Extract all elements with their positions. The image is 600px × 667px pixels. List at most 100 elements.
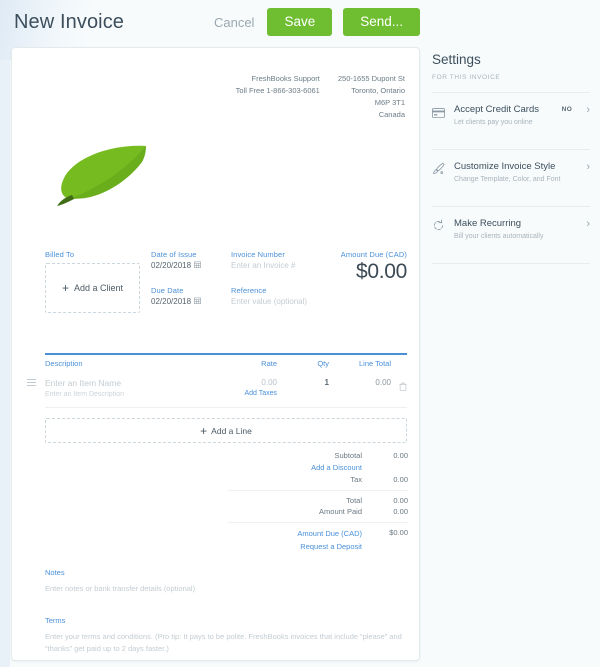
settings-item-body: Customize Invoice Style Change Template,… [454, 161, 572, 183]
tax-label: Tax [350, 475, 362, 484]
amount-due-row: Amount Due (CAD) $0.00 [228, 527, 408, 540]
item-line-total-value: 0.00 [375, 378, 391, 387]
item-rate-cell[interactable]: 0.00 Add Taxes [205, 378, 277, 397]
deposit-spacer [362, 541, 408, 552]
invoice-number-input[interactable]: Enter an Invoice # [231, 261, 295, 270]
terms-label: Terms [45, 616, 66, 625]
company-city: Toronto, Ontario [351, 86, 405, 96]
reference-input[interactable]: Enter value (optional) [231, 297, 307, 306]
total-label: Total [346, 496, 362, 505]
send-button[interactable]: Send... [343, 8, 420, 36]
amount-due-summary: Amount Due (CAD) $0.00 [340, 250, 408, 284]
leaf-logo[interactable] [44, 142, 156, 208]
company-country: Canada [378, 110, 405, 120]
date-of-issue-label: Date of Issue [151, 250, 197, 259]
company-info-left: FreshBooks Support Toll Free 1-866-303-6… [236, 73, 320, 122]
save-button[interactable]: Save [267, 8, 333, 36]
settings-item-customize-invoice-style[interactable]: Customize Invoice Style Change Template,… [432, 149, 590, 195]
company-info: FreshBooks Support Toll Free 1-866-303-6… [236, 73, 405, 122]
column-header-description: Description [45, 359, 83, 368]
totals-divider [228, 490, 408, 491]
column-header-rate: Rate [261, 359, 277, 368]
trash-icon[interactable] [399, 378, 407, 395]
chevron-right-icon[interactable]: › [580, 104, 590, 116]
request-deposit-row[interactable]: Request a Deposit [228, 540, 408, 553]
notes-input[interactable]: Enter notes or bank transfer details (op… [45, 583, 410, 595]
add-discount-link[interactable]: Add a Discount [228, 462, 362, 473]
settings-title: Settings [432, 52, 481, 67]
company-info-right: 250-1655 Dupont St Toronto, Ontario M6P … [338, 73, 405, 122]
totals-divider-2 [228, 522, 408, 523]
reference-field[interactable]: Reference Enter value (optional) [231, 286, 307, 306]
total-value: 0.00 [393, 496, 408, 505]
settings-item-make-recurring[interactable]: Make Recurring Bill your clients automat… [432, 206, 590, 252]
settings-bottom-divider [432, 263, 590, 264]
chevron-right-icon[interactable]: › [580, 161, 590, 173]
tax-row: Tax 0.00 [228, 474, 408, 485]
due-date-field[interactable]: Due Date 02/20/2018 [151, 286, 202, 306]
table-row[interactable]: Enter an Item Name Enter an Item Descrip… [27, 373, 407, 408]
settings-item-desc: Let clients pay you online [454, 119, 533, 126]
settings-item-accept-credit-cards[interactable]: Accept Credit Cards Let clients pay you … [432, 92, 590, 138]
date-of-issue-value: 02/20/2018 [151, 261, 192, 270]
tax-value: 0.00 [393, 475, 408, 484]
reference-label: Reference [231, 286, 267, 295]
company-street: 250-1655 Dupont St [337, 74, 405, 83]
item-description-input[interactable]: Enter an Item Description [45, 391, 205, 398]
add-line-label: Add a Line [211, 425, 252, 436]
item-description-cell[interactable]: Enter an Item Name Enter an Item Descrip… [45, 378, 205, 398]
paint-brush-icon [432, 161, 446, 180]
item-name-input[interactable]: Enter an Item Name [45, 378, 205, 388]
settings-item-desc: Bill your clients automatically [454, 233, 544, 240]
toolbar-actions: Cancel Save Send... [212, 8, 420, 36]
amount-due-value: $0.00 [355, 260, 407, 283]
drag-handle-icon[interactable] [27, 379, 36, 388]
request-deposit-link[interactable]: Request a Deposit [228, 541, 362, 552]
amount-paid-value: 0.00 [393, 507, 408, 516]
credit-card-icon [432, 104, 446, 123]
invoice-card: FreshBooks Support Toll Free 1-866-303-6… [11, 47, 420, 661]
notes-section: Notes Enter notes or bank transfer detai… [45, 568, 410, 595]
plus-icon: + [200, 423, 208, 438]
item-rate-value[interactable]: 0.00 [205, 378, 277, 387]
date-of-issue-field[interactable]: Date of Issue 02/20/2018 [151, 250, 202, 270]
add-client-button[interactable]: + Add a Client [45, 263, 140, 313]
amount-due-total-label: Amount Due (CAD) [297, 529, 362, 538]
subtotal-label: Subtotal [334, 451, 362, 460]
page-title: New Invoice [14, 10, 125, 33]
left-accent-band [0, 0, 10, 667]
item-qty-value[interactable]: 1 [277, 378, 329, 387]
settings-item-desc: Change Template, Color, and Font [454, 176, 561, 183]
plus-icon: + [61, 281, 69, 295]
amount-paid-label: Amount Paid [319, 507, 362, 516]
calendar-icon[interactable] [194, 297, 202, 306]
calendar-icon[interactable] [194, 261, 202, 270]
notes-label: Notes [45, 568, 65, 577]
due-date-label: Due Date [151, 286, 184, 295]
subtotal-value: 0.00 [393, 451, 408, 460]
chevron-right-icon[interactable]: › [580, 218, 590, 230]
invoice-number-field[interactable]: Invoice Number Enter an Invoice # [231, 250, 295, 270]
amount-due-total-value: $0.00 [389, 528, 408, 537]
item-qty-cell[interactable]: 1 [277, 378, 329, 387]
top-toolbar: New Invoice Cancel Save Send... [0, 0, 600, 44]
settings-item-name: Accept Credit Cards [454, 104, 540, 115]
subtotal-row: Subtotal 0.00 [228, 450, 408, 461]
item-delete-cell[interactable] [391, 378, 407, 396]
company-phone: Toll Free 1-866-303-6061 [235, 86, 320, 96]
line-items-table: Description Rate Qty Line Total Enter an… [27, 353, 407, 443]
cancel-button[interactable]: Cancel [212, 11, 256, 34]
add-discount-row[interactable]: Add a Discount [228, 461, 408, 474]
add-taxes-link[interactable]: Add Taxes [205, 390, 277, 397]
due-date-value-row: 02/20/2018 [151, 297, 202, 306]
discount-spacer [362, 462, 408, 473]
terms-input[interactable]: Enter your terms and conditions. (Pro ti… [45, 631, 410, 656]
settings-panel: Settings FOR THIS INVOICE Accept Credit … [432, 52, 590, 264]
settings-subtitle: FOR THIS INVOICE [432, 74, 501, 81]
due-date-value: 02/20/2018 [151, 297, 192, 306]
add-line-button[interactable]: + Add a Line [45, 418, 407, 443]
amount-paid-row: Amount Paid 0.00 [228, 506, 408, 517]
total-row: Total 0.00 [228, 495, 408, 506]
amount-due-label: Amount Due (CAD) [340, 250, 407, 259]
date-of-issue-value-row: 02/20/2018 [151, 261, 202, 270]
